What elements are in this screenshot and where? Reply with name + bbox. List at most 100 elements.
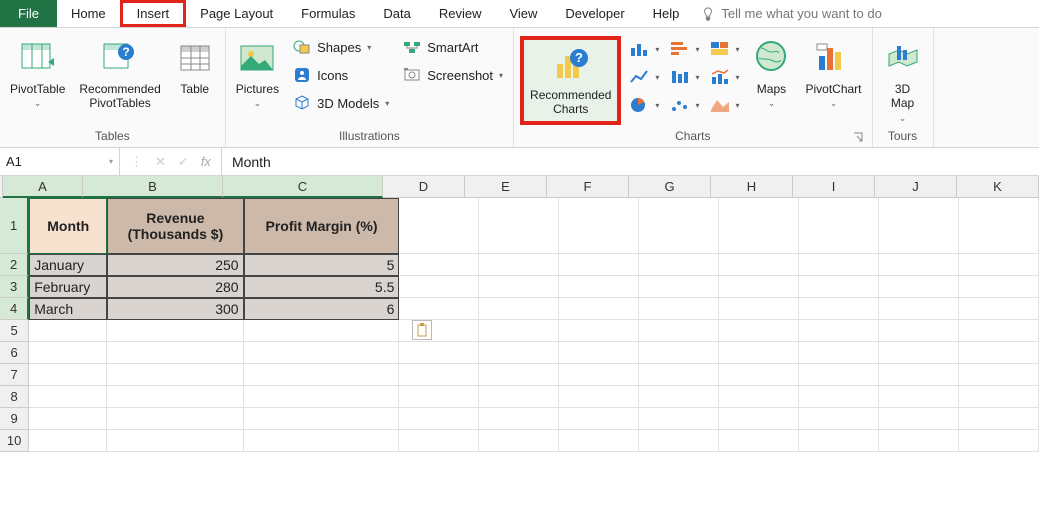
cell-h10[interactable] — [719, 430, 799, 452]
cell-h1[interactable] — [719, 198, 799, 254]
row-header-4[interactable]: 4 — [0, 298, 29, 320]
cell-k6[interactable] — [959, 342, 1039, 364]
3d-map-button[interactable]: 3D Map ⌄ — [879, 36, 927, 126]
cell-c5[interactable] — [244, 320, 400, 342]
tab-data[interactable]: Data — [369, 0, 424, 27]
cell-f2[interactable] — [559, 254, 639, 276]
col-header-i[interactable]: I — [793, 176, 875, 198]
cell-b10[interactable] — [107, 430, 243, 452]
tab-view[interactable]: View — [495, 0, 551, 27]
cell-h5[interactable] — [719, 320, 799, 342]
row-header-6[interactable]: 6 — [0, 342, 29, 364]
tab-developer[interactable]: Developer — [551, 0, 638, 27]
cell-a4[interactable]: March — [29, 298, 107, 320]
cell-h3[interactable] — [719, 276, 799, 298]
cell-h8[interactable] — [719, 386, 799, 408]
cell-f6[interactable] — [559, 342, 639, 364]
cell-c3[interactable]: 5.5 — [244, 276, 400, 298]
cell-e6[interactable] — [479, 342, 559, 364]
cell-j3[interactable] — [879, 276, 959, 298]
cell-c1[interactable]: Profit Margin (%) — [244, 198, 400, 254]
tab-home[interactable]: Home — [57, 0, 120, 27]
cell-i3[interactable] — [799, 276, 879, 298]
hierarchy-chart-button[interactable]: ▾ — [709, 40, 739, 58]
cell-e2[interactable] — [479, 254, 559, 276]
line-chart-button[interactable]: ▾ — [629, 68, 659, 86]
row-header-3[interactable]: 3 — [0, 276, 29, 298]
dialog-launcher-icon[interactable] — [852, 131, 864, 143]
cell-d6[interactable] — [399, 342, 479, 364]
cell-j8[interactable] — [879, 386, 959, 408]
row-header-10[interactable]: 10 — [0, 430, 29, 452]
cell-a6[interactable] — [29, 342, 107, 364]
cell-b5[interactable] — [107, 320, 243, 342]
cell-f5[interactable] — [559, 320, 639, 342]
row-header-8[interactable]: 8 — [0, 386, 29, 408]
cell-i9[interactable] — [799, 408, 879, 430]
cell-j10[interactable] — [879, 430, 959, 452]
screenshot-button[interactable]: Screenshot ▾ — [399, 64, 507, 86]
cell-f1[interactable] — [559, 198, 639, 254]
cell-i10[interactable] — [799, 430, 879, 452]
icons-button[interactable]: Icons — [289, 64, 393, 86]
cell-c6[interactable] — [244, 342, 400, 364]
cell-b9[interactable] — [107, 408, 243, 430]
cell-a8[interactable] — [29, 386, 107, 408]
pie-chart-button[interactable]: ▾ — [629, 96, 659, 114]
col-header-g[interactable]: G — [629, 176, 711, 198]
cell-d7[interactable] — [399, 364, 479, 386]
col-header-d[interactable]: D — [383, 176, 465, 198]
cell-i1[interactable] — [799, 198, 879, 254]
cell-d8[interactable] — [399, 386, 479, 408]
cell-g4[interactable] — [639, 298, 719, 320]
tab-page-layout[interactable]: Page Layout — [186, 0, 287, 27]
col-header-h[interactable]: H — [711, 176, 793, 198]
cell-i7[interactable] — [799, 364, 879, 386]
cell-b6[interactable] — [107, 342, 243, 364]
col-header-a[interactable]: A — [3, 176, 83, 198]
cell-d4[interactable] — [399, 298, 479, 320]
cancel-icon[interactable]: ✕ — [155, 154, 166, 170]
tell-me-search[interactable]: Tell me what you want to do — [701, 0, 881, 27]
cell-k9[interactable] — [959, 408, 1039, 430]
recommended-charts-button[interactable]: ? Recommended Charts — [526, 42, 615, 119]
cell-i5[interactable] — [799, 320, 879, 342]
tab-review[interactable]: Review — [425, 0, 496, 27]
enter-icon[interactable]: ✓ — [178, 154, 189, 170]
cell-d10[interactable] — [399, 430, 479, 452]
row-header-2[interactable]: 2 — [0, 254, 29, 276]
cell-e8[interactable] — [479, 386, 559, 408]
col-header-c[interactable]: C — [223, 176, 383, 198]
cell-d3[interactable] — [399, 276, 479, 298]
cell-b4[interactable]: 300 — [107, 298, 243, 320]
pivottable-button[interactable]: PivotTable ⌄ — [6, 36, 69, 111]
cell-e3[interactable] — [479, 276, 559, 298]
cell-h4[interactable] — [719, 298, 799, 320]
cell-d2[interactable] — [399, 254, 479, 276]
cell-g2[interactable] — [639, 254, 719, 276]
maps-button[interactable]: Maps ⌄ — [747, 36, 795, 111]
3d-models-button[interactable]: 3D Models ▾ — [289, 92, 393, 114]
cell-i4[interactable] — [799, 298, 879, 320]
column-chart-button[interactable]: ▾ — [629, 40, 659, 58]
cell-a7[interactable] — [29, 364, 107, 386]
fx-icon[interactable]: fx — [201, 154, 211, 169]
cell-j2[interactable] — [879, 254, 959, 276]
cell-j7[interactable] — [879, 364, 959, 386]
name-box[interactable]: A1 ▾ — [0, 148, 120, 175]
cell-j5[interactable] — [879, 320, 959, 342]
cell-k1[interactable] — [959, 198, 1039, 254]
pivotchart-button[interactable]: PivotChart ⌄ — [801, 36, 865, 111]
cell-b1[interactable]: Revenue (Thousands $) — [107, 198, 243, 254]
cell-h9[interactable] — [719, 408, 799, 430]
cell-j4[interactable] — [879, 298, 959, 320]
cell-d9[interactable] — [399, 408, 479, 430]
cell-e5[interactable] — [479, 320, 559, 342]
cell-j6[interactable] — [879, 342, 959, 364]
smartart-button[interactable]: SmartArt — [399, 36, 507, 58]
cell-c8[interactable] — [244, 386, 400, 408]
cell-g3[interactable] — [639, 276, 719, 298]
cell-f8[interactable] — [559, 386, 639, 408]
surface-chart-button[interactable]: ▾ — [709, 96, 739, 114]
shapes-button[interactable]: Shapes ▾ — [289, 36, 393, 58]
